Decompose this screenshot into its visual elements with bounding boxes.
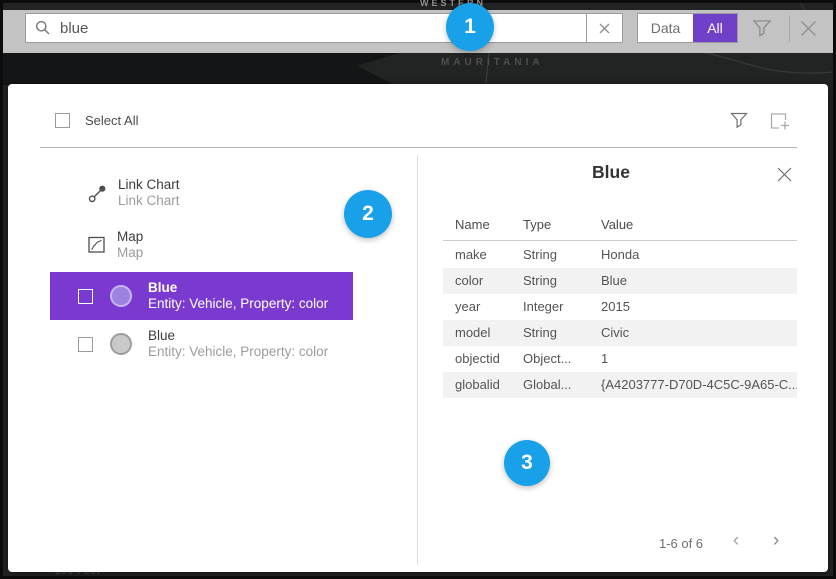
result-checkbox[interactable] xyxy=(78,289,93,304)
table-header-divider xyxy=(443,240,797,241)
screenshot-root: WESTERN MAURITANIA 500 Feet Select All xyxy=(0,0,836,579)
cell-type: String xyxy=(523,242,601,268)
table-header-row: Name Type Value xyxy=(443,212,797,238)
search-query-text: blue xyxy=(60,20,88,37)
map-label-mauritania: MAURITANIA xyxy=(441,57,544,68)
select-all-label: Select All xyxy=(85,113,138,128)
table-row: globalid Global... {A4203777-D70D-4C5C-9… xyxy=(443,372,797,398)
table-row: model String Civic xyxy=(443,320,797,346)
result-subtitle: Entity: Vehicle, Property: color xyxy=(148,296,328,312)
panel-vertical-divider xyxy=(417,155,418,565)
results-dialog: Select All Link Chart Link xyxy=(8,84,828,572)
clear-search-button[interactable] xyxy=(586,13,623,43)
cell-type: String xyxy=(523,320,601,346)
list-item-link-chart[interactable]: Link Chart Link Chart xyxy=(87,175,180,211)
panel-header-divider xyxy=(40,147,797,148)
result-title: Blue xyxy=(148,328,328,344)
toolbar-divider xyxy=(789,15,790,42)
entity-circle-icon xyxy=(110,333,132,355)
detail-close-icon[interactable] xyxy=(776,166,793,183)
step-badge-3: 3 xyxy=(504,440,550,486)
column-header: Type xyxy=(523,212,601,238)
cell-value: 2015 xyxy=(601,294,797,320)
next-page-button[interactable]: › xyxy=(764,528,788,554)
link-chart-icon xyxy=(87,183,108,204)
column-header: Name xyxy=(455,212,523,238)
search-toolbar: blue Data All xyxy=(3,10,833,53)
cell-value: Blue xyxy=(601,268,797,294)
table-row: objectid Object... 1 xyxy=(443,346,797,372)
step-badge-2: 2 xyxy=(344,190,392,238)
search-icon xyxy=(35,20,51,36)
cell-name: color xyxy=(455,268,523,294)
cell-name: year xyxy=(455,294,523,320)
step-badge-1: 1 xyxy=(446,3,494,51)
scope-toggle: Data All xyxy=(637,13,738,43)
add-selection-icon[interactable] xyxy=(770,112,791,131)
cell-name: model xyxy=(455,320,523,346)
list-item-blue-selected[interactable]: Blue Entity: Vehicle, Property: color xyxy=(50,272,353,320)
scope-all-button[interactable]: All xyxy=(693,14,737,42)
prev-page-button[interactable]: ‹ xyxy=(724,528,748,554)
table-row: color String Blue xyxy=(443,268,797,294)
cell-type: Global... xyxy=(523,372,601,398)
column-header: Value xyxy=(601,212,797,238)
result-subtitle: Link Chart xyxy=(118,193,180,209)
list-item-blue[interactable]: Blue Entity: Vehicle, Property: color xyxy=(50,320,353,368)
pagination-label: 1-6 of 6 xyxy=(641,536,721,551)
cell-name: make xyxy=(455,242,523,268)
table-row: make String Honda xyxy=(443,242,797,268)
cell-type: String xyxy=(523,268,601,294)
cell-name: globalid xyxy=(455,372,523,398)
result-subtitle: Map xyxy=(117,245,143,261)
result-title: Map xyxy=(117,229,143,245)
cell-type: Integer xyxy=(523,294,601,320)
result-title: Link Chart xyxy=(118,177,180,193)
attribute-table: Name Type Value make String Honda color … xyxy=(443,212,797,398)
scope-data-button[interactable]: Data xyxy=(638,14,693,42)
cell-value: 1 xyxy=(601,346,797,372)
table-row: year Integer 2015 xyxy=(443,294,797,320)
result-title: Blue xyxy=(148,280,328,296)
cell-value: Honda xyxy=(601,242,797,268)
filter-icon[interactable] xyxy=(730,112,748,129)
cell-value: Civic xyxy=(601,320,797,346)
clear-icon xyxy=(599,23,610,34)
detail-title: Blue xyxy=(435,162,787,183)
map-icon xyxy=(87,235,107,255)
map-label-western: WESTERN xyxy=(403,0,503,8)
cell-type: Object... xyxy=(523,346,601,372)
cell-value: {A4203777-D70D-4C5C-9A65-C... xyxy=(601,372,797,398)
filter-icon[interactable] xyxy=(752,19,772,38)
result-subtitle: Entity: Vehicle, Property: color xyxy=(148,344,328,360)
list-item-map[interactable]: Map Map xyxy=(87,227,143,263)
search-input[interactable]: blue xyxy=(25,13,587,43)
select-all-checkbox[interactable] xyxy=(55,113,70,128)
cell-name: objectid xyxy=(455,346,523,372)
result-checkbox[interactable] xyxy=(78,337,93,352)
close-search-icon[interactable] xyxy=(799,19,818,38)
entity-circle-icon xyxy=(110,285,132,307)
